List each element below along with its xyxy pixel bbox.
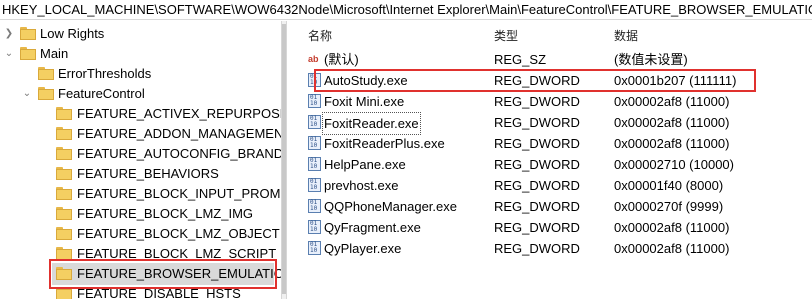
tree-item-low-rights[interactable]: ❯ Low Rights bbox=[0, 24, 281, 44]
table-row[interactable]: ab (默认) REG_SZ (数值未设置) bbox=[296, 49, 812, 70]
column-header-type[interactable]: 类型 bbox=[494, 27, 518, 44]
tree-item-label: FEATURE_ACTIVEX_REPURPOSEDETECTION bbox=[77, 106, 281, 121]
value-data: 0x00002710 (10000) bbox=[614, 157, 734, 172]
value-data: 0x00001f40 (8000) bbox=[614, 178, 724, 193]
value-name: Foxit Mini.exe bbox=[324, 94, 405, 109]
folder-icon bbox=[20, 27, 36, 40]
value-name: QyPlayer.exe bbox=[324, 241, 402, 256]
table-row[interactable]: 01 10 FoxitReader.exe REG_DWORD 0x00002af… bbox=[296, 112, 812, 135]
table-row[interactable]: 01 10 HelpPane.exe REG_DWORD 0x00002710 (… bbox=[296, 154, 812, 175]
column-header-name[interactable]: 名称 bbox=[308, 27, 332, 44]
registry-tree: ❯ Low Rights ⌄ Main ErrorThresholds ⌄ Fe… bbox=[0, 21, 281, 299]
value-name: (默认) bbox=[324, 52, 359, 67]
folder-icon bbox=[56, 107, 72, 120]
binary-value-icon: 01 10 bbox=[308, 199, 321, 213]
tree-item-label: FeatureControl bbox=[58, 86, 145, 101]
value-data: 0x00002af8 (11000) bbox=[614, 136, 730, 151]
value-name: QQPhoneManager.exe bbox=[324, 199, 457, 214]
value-type: REG_DWORD bbox=[494, 115, 580, 130]
value-type: REG_DWORD bbox=[494, 199, 580, 214]
value-data: 0x0000270f (9999) bbox=[614, 199, 724, 214]
value-name: HelpPane.exe bbox=[324, 157, 406, 172]
folder-icon bbox=[56, 207, 72, 220]
tree-item-label: Low Rights bbox=[40, 26, 105, 41]
value-type: REG_DWORD bbox=[494, 94, 580, 109]
value-type: REG_DWORD bbox=[494, 241, 580, 256]
value-list: 名称 类型 数据 ab (默认) REG_SZ (数值未设置) 01 10 Aut… bbox=[296, 21, 812, 299]
table-row[interactable]: 01 10 prevhost.exe REG_DWORD 0x00001f40 (… bbox=[296, 175, 812, 196]
tree-item-feature[interactable]: FEATURE_BLOCK_LMZ_IMG bbox=[0, 204, 281, 224]
binary-value-icon: 01 10 bbox=[308, 178, 321, 192]
tree-item-feature[interactable]: FEATURE_AUTOCONFIG_BRANDING bbox=[0, 144, 281, 164]
column-header-data[interactable]: 数据 bbox=[614, 27, 638, 44]
tree-item-label: Main bbox=[40, 46, 69, 61]
table-row[interactable]: 01 10 FoxitReaderPlus.exe REG_DWORD 0x000… bbox=[296, 133, 812, 154]
tree-item-label: FEATURE_BEHAVIORS bbox=[77, 166, 219, 181]
highlight-box bbox=[49, 259, 277, 289]
tree-item-label: FEATURE_BLOCK_LMZ_IMG bbox=[77, 206, 254, 221]
scrollbar-thumb[interactable] bbox=[282, 24, 286, 294]
binary-value-icon: 01 10 bbox=[308, 115, 321, 129]
value-type: REG_DWORD bbox=[494, 220, 580, 235]
value-data: 0x00002af8 (11000) bbox=[614, 115, 730, 130]
tree-item-label: FEATURE_BLOCK_INPUT_PROMPTS bbox=[77, 186, 281, 201]
binary-value-icon: 01 10 bbox=[308, 94, 321, 108]
tree-item-feature[interactable]: FEATURE_BEHAVIORS bbox=[0, 164, 281, 184]
binary-value-icon: 01 10 bbox=[308, 157, 321, 171]
value-name: prevhost.exe bbox=[324, 178, 399, 193]
address-bar[interactable]: HKEY_LOCAL_MACHINE\SOFTWARE\WOW6432Node\… bbox=[0, 0, 812, 20]
folder-icon bbox=[56, 187, 72, 200]
table-row[interactable]: 01 10 QyPlayer.exe REG_DWORD 0x00002af8 (… bbox=[296, 238, 812, 259]
folder-icon bbox=[20, 47, 36, 60]
value-data: 0x00002af8 (11000) bbox=[614, 241, 730, 256]
tree-item-featurecontrol[interactable]: ⌄ FeatureControl bbox=[0, 84, 281, 104]
tree-item-main[interactable]: ⌄ Main bbox=[0, 44, 281, 64]
tree-item-label: ErrorThresholds bbox=[58, 66, 152, 81]
value-type: REG_DWORD bbox=[494, 178, 580, 193]
value-name: FoxitReader.exe bbox=[322, 112, 421, 135]
value-type: REG_DWORD bbox=[494, 157, 580, 172]
value-data: 0x00002af8 (11000) bbox=[614, 94, 730, 109]
folder-icon bbox=[56, 167, 72, 180]
value-data: (数值未设置) bbox=[614, 52, 688, 67]
tree-item-label: FEATURE_BLOCK_LMZ_OBJECT bbox=[77, 226, 280, 241]
value-name: QyFragment.exe bbox=[324, 220, 421, 235]
tree-item-label: FEATURE_AUTOCONFIG_BRANDING bbox=[77, 146, 281, 161]
tree-item-errorthresholds[interactable]: ErrorThresholds bbox=[0, 64, 281, 84]
value-type: REG_DWORD bbox=[494, 136, 580, 151]
table-row[interactable]: 01 10 Foxit Mini.exe REG_DWORD 0x00002af8… bbox=[296, 91, 812, 112]
folder-icon bbox=[38, 67, 54, 80]
folder-icon bbox=[56, 147, 72, 160]
binary-value-icon: 01 10 bbox=[308, 136, 321, 150]
tree-item-feature[interactable]: FEATURE_BLOCK_LMZ_OBJECT bbox=[0, 224, 281, 244]
binary-value-icon: 01 10 bbox=[308, 241, 321, 255]
chevron-down-icon[interactable]: ⌄ bbox=[22, 84, 32, 104]
highlight-box bbox=[314, 69, 756, 92]
binary-value-icon: 01 10 bbox=[308, 220, 321, 234]
value-type: REG_SZ bbox=[494, 52, 547, 67]
folder-icon bbox=[38, 87, 54, 100]
tree-item-feature[interactable]: FEATURE_ADDON_MANAGEMENT bbox=[0, 124, 281, 144]
string-value-icon: ab bbox=[308, 54, 319, 64]
value-name: FoxitReaderPlus.exe bbox=[324, 136, 445, 151]
table-row[interactable]: 01 10 QQPhoneManager.exe REG_DWORD 0x0000… bbox=[296, 196, 812, 217]
table-row[interactable]: 01 10 QyFragment.exe REG_DWORD 0x00002af8… bbox=[296, 217, 812, 238]
tree-item-label: FEATURE_ADDON_MANAGEMENT bbox=[77, 126, 281, 141]
value-data: 0x00002af8 (11000) bbox=[614, 220, 730, 235]
tree-item-feature[interactable]: FEATURE_BLOCK_INPUT_PROMPTS bbox=[0, 184, 281, 204]
chevron-right-icon[interactable]: ❯ bbox=[4, 24, 14, 44]
chevron-down-icon[interactable]: ⌄ bbox=[4, 44, 14, 64]
folder-icon bbox=[56, 227, 72, 240]
folder-icon bbox=[56, 127, 72, 140]
tree-item-feature[interactable]: FEATURE_ACTIVEX_REPURPOSEDETECTION bbox=[0, 104, 281, 124]
